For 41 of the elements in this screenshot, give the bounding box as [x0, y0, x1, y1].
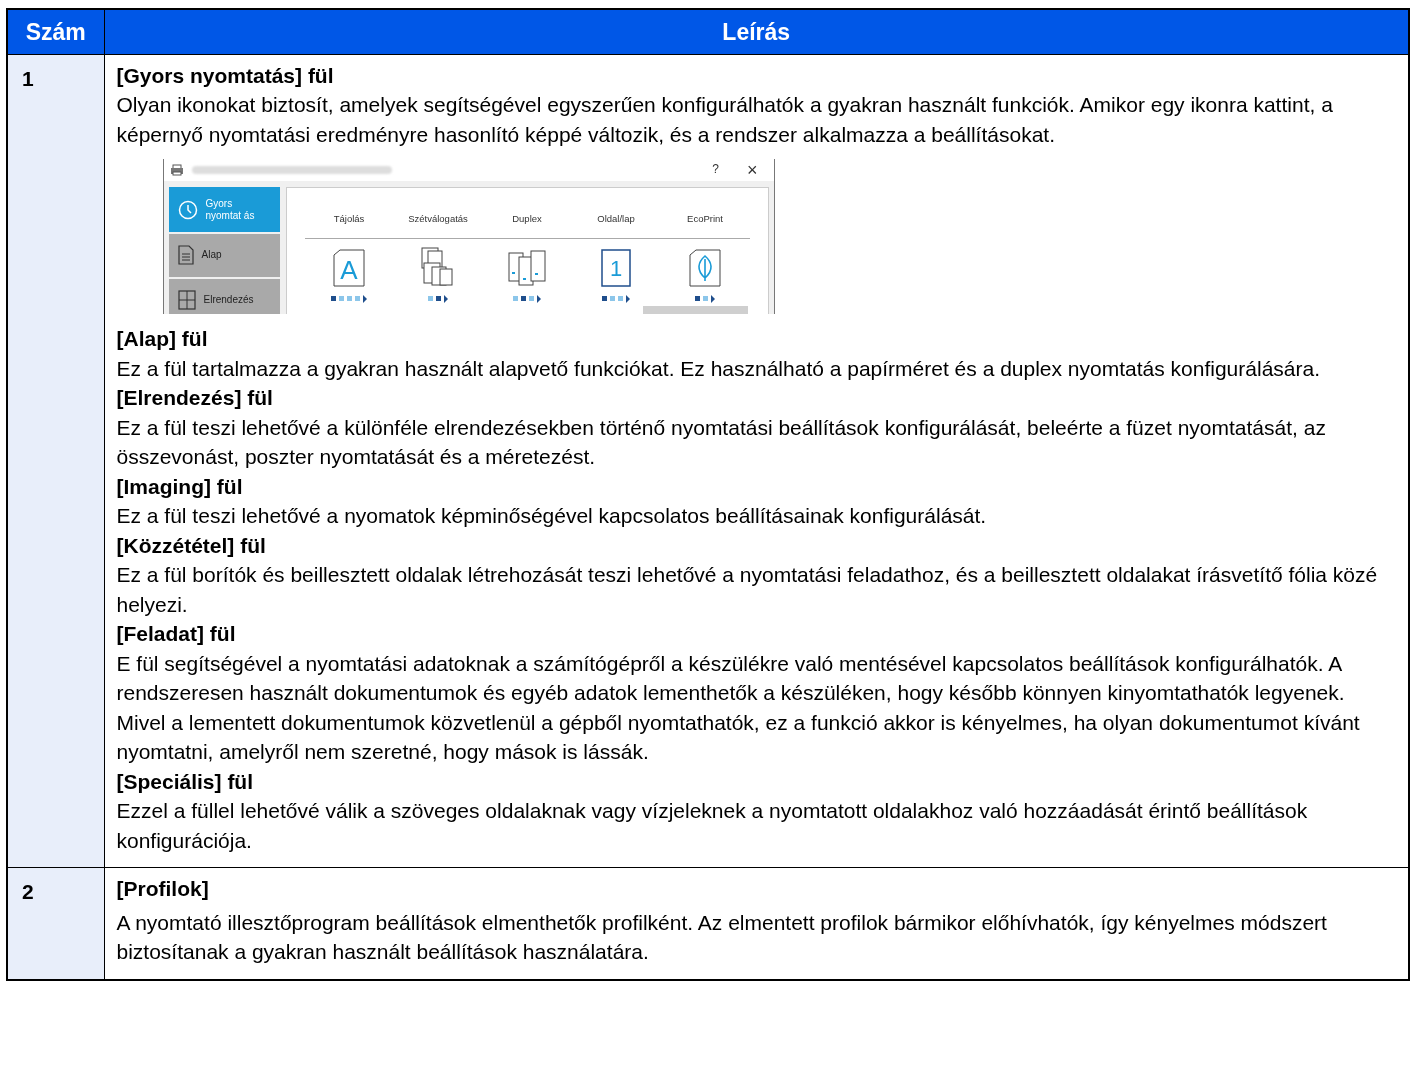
sidebar-tab[interactable]: Alap	[168, 234, 280, 277]
section-description: Ezzel a füllel lehetővé válik a szöveges oldalaknak vagy vízjeleknek a nyomtatott oldalakhoz való hozzáadását érintő beállítások konfigurációja.	[116, 798, 1309, 854]
setting-dots	[695, 294, 715, 303]
option-label: EcoPrint	[687, 212, 723, 226]
section-heading: [Feladat] fül	[116, 621, 237, 647]
section-heading: [Közzététel] fül	[116, 532, 267, 559]
document-icon	[177, 245, 194, 266]
section-description: Ez a fül borítók és beillesztett oldalak létrehozását teszi lehetővé a nyomtatási feladathoz, és a beillesztett oldalakat írásvetítő fólia közé helyezi.	[116, 562, 1379, 618]
section-description: Ez a fül tartalmazza a gyakran használt alapvető funkciókat. Ez használható a papírméret és a duplex nyomtatás konfigurálására.	[116, 355, 1321, 382]
section-heading: [Profilok]	[116, 876, 210, 902]
section-description: Olyan ikonokat biztosít, amelyek segítségével egyszerűen konfigurálhatók a gyakran használt funkciók. Amikor egy ikonra kattint, a képernyő nyomtatási eredményre hasonlító képpé változik, és a rendszer alkalmazza a beállításokat.	[116, 92, 1334, 148]
section-heading: [Speciális] fül	[116, 768, 255, 795]
column-header: Szám	[7, 9, 104, 54]
row-number: 1	[22, 66, 34, 90]
option-icon-button[interactable]	[420, 246, 456, 287]
leaf-page-icon	[689, 248, 721, 287]
section-heading: [Imaging] fül	[116, 473, 244, 500]
section-description: E fül segítségével a nyomtatási adatoknak a számítógépről a készülékre való mentésével kapcsolatos beállítások konfigurálhatók. A rendszeresen használt dokumentumok és egyéb adatok lementhetők a készüléken, hogy később könnyen kinyomtathatók legyenek. Mivel a lementett dokumentumok közvetlenül a gépből nyomtathatók, ez a funkció akkor is kényelmes, ha olyan dokumentumot kívánt nyomtatni, amelyről nem szeretné, hogy mások is lássák.	[116, 650, 1361, 765]
close-button[interactable]: ×	[737, 161, 768, 179]
setting-dots	[513, 294, 541, 303]
section-heading: [Gyors nyomtatás] fül	[116, 62, 335, 89]
section-description: Ez a fül teszi lehetővé a nyomatok képminőségével kapcsolatos beállításainak konfigurálását.	[116, 503, 988, 529]
setting-dots	[602, 294, 630, 303]
printer-icon	[169, 164, 184, 176]
option-label: Oldal/lap	[597, 212, 635, 226]
section-description: Ez a fül teszi lehetővé a különféle elrendezésekben történő nyomtatási beállítások konfigurálását, beleérte a füzet nyomtatását, az összevonást, poszter nyomtatását és a méretezést.	[116, 414, 1327, 470]
option-icon-button[interactable]	[689, 246, 721, 287]
section-description: A nyomtató illesztőprogram beállítások elmenthetők profilként. Az elmentett profilok bármikor előhívhatók, így kényelmes módszert biztosítanak a gyakran használt beállítások használatára.	[116, 909, 1328, 965]
setting-dots	[331, 294, 367, 303]
section-heading: [Elrendezés] fül	[116, 385, 274, 411]
setting-dots	[428, 294, 448, 303]
clock-icon	[177, 199, 198, 220]
option-label: Duplex	[512, 212, 542, 226]
row-number: 2	[22, 880, 34, 903]
sidebar-tab[interactable]: Elrendezés	[168, 278, 280, 314]
option-label: Szétválogatás	[408, 212, 468, 226]
layout-grid-icon	[177, 289, 196, 310]
help-button[interactable]: ?	[702, 159, 729, 185]
option-label: Tájolás	[333, 212, 365, 226]
collate-pages-icon	[420, 246, 456, 287]
section-heading: [Alap] fül	[116, 326, 209, 352]
